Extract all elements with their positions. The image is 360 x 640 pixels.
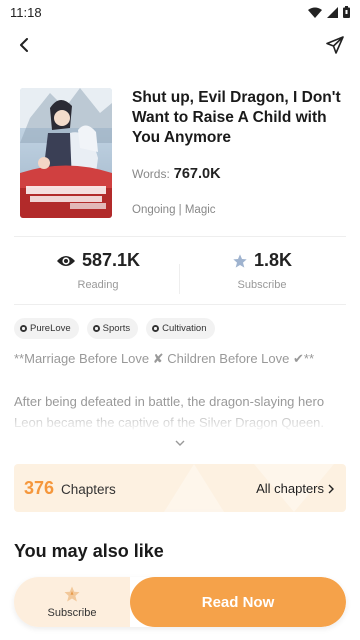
- chapters-bar[interactable]: 376 Chapters All chapters: [14, 464, 346, 512]
- star-icon: [233, 253, 247, 268]
- synopsis-fade: [0, 406, 360, 432]
- tag-icon: [152, 325, 160, 332]
- reading-count: 587.1K: [81, 250, 141, 270]
- subscribe-count: 1.8K: [253, 250, 293, 270]
- divider: [14, 236, 346, 237]
- signal-icon: [327, 6, 338, 18]
- send-icon: [326, 36, 344, 54]
- book-cover-illustration: [20, 88, 112, 218]
- status-icons: [308, 6, 350, 18]
- all-chapters-link[interactable]: All chapters: [256, 481, 334, 496]
- tag-label: PureLove: [30, 323, 71, 334]
- subscribe-label: Subscribe: [237, 279, 287, 291]
- tag-chip[interactable]: PureLove: [14, 318, 79, 339]
- all-chapters-label: All chapters: [256, 481, 324, 496]
- star-icon: [64, 586, 80, 602]
- decoration-shape: [164, 464, 224, 512]
- back-button[interactable]: [14, 34, 34, 56]
- eye-icon: [56, 255, 75, 266]
- subscribe-button[interactable]: Subscribe: [14, 577, 130, 627]
- tag-label: Cultivation: [162, 323, 207, 334]
- chevron-left-icon: [20, 38, 28, 52]
- chapter-count-label: Chapters: [61, 482, 116, 497]
- word-count-label: Words:: [132, 167, 170, 181]
- tag-icon: [20, 325, 27, 332]
- status-genre: Ongoing | Magic: [132, 204, 216, 216]
- word-count-value: 767.0K: [173, 166, 221, 182]
- tag-list: PureLove Sports Cultivation: [14, 318, 215, 339]
- section-title: You may also like: [14, 541, 164, 561]
- top-bar: [0, 28, 360, 62]
- subscribe-stat: 1.8K Subscribe: [172, 250, 352, 291]
- tag-icon: [92, 325, 100, 332]
- tag-chip[interactable]: Sports: [86, 318, 139, 339]
- reading-stat: 587.1K Reading: [8, 250, 188, 291]
- tag-label: Sports: [102, 323, 131, 334]
- chapter-count: 376: [24, 478, 55, 498]
- status-time: 11:18: [10, 4, 42, 20]
- share-button[interactable]: [324, 34, 346, 56]
- chevron-right-icon: [328, 484, 334, 493]
- book-tagline: **Marriage Before Love ✘ Children Before…: [14, 351, 314, 366]
- chevron-down-icon: [175, 440, 185, 446]
- stats-row: 587.1K Reading 1.8K Subscribe: [0, 250, 360, 300]
- divider: [14, 304, 346, 305]
- expand-synopsis-button[interactable]: [172, 437, 188, 449]
- read-now-button[interactable]: Read Now: [130, 577, 346, 627]
- wifi-icon: [308, 7, 322, 18]
- book-cover[interactable]: [20, 88, 112, 218]
- subscribe-button-label: Subscribe: [47, 607, 97, 619]
- reading-label: Reading: [77, 279, 119, 291]
- tag-chip[interactable]: Cultivation: [146, 318, 215, 339]
- bottom-action-bar: Subscribe Read Now: [14, 577, 346, 627]
- battery-icon: [343, 6, 350, 18]
- status-bar: 11:18: [0, 0, 360, 24]
- book-title: Shut up, Evil Dragon, I Don't Want to Ra…: [132, 89, 341, 146]
- word-count: Words: 767.0K: [132, 166, 221, 182]
